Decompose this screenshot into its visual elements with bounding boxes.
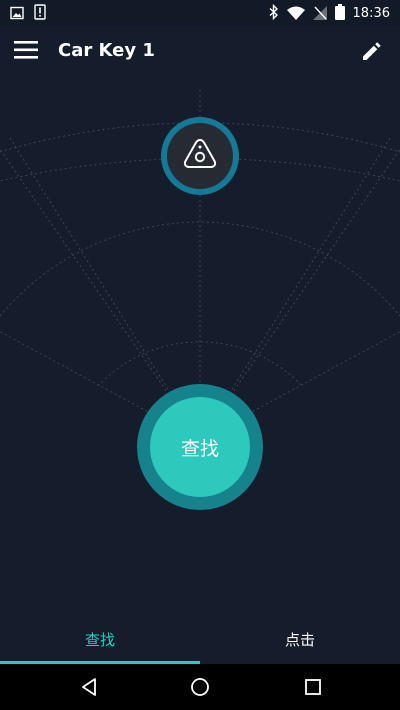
alert-notification-icon xyxy=(34,4,46,24)
status-bar: 18:36 xyxy=(0,0,400,26)
back-icon[interactable] xyxy=(78,676,100,698)
find-button-label: 查找 xyxy=(150,397,250,497)
key-tag-icon xyxy=(182,137,218,175)
home-icon[interactable] xyxy=(189,676,211,698)
wifi-icon xyxy=(286,5,305,24)
bluetooth-icon xyxy=(269,3,279,24)
tab-find[interactable]: 查找 xyxy=(0,616,200,662)
system-nav-bar xyxy=(0,664,400,710)
radar-arc-inner xyxy=(97,341,303,387)
notification-icons xyxy=(10,4,46,24)
image-notification-icon xyxy=(10,5,24,24)
page-title: Car Key 1 xyxy=(58,40,155,61)
hamburger-menu-icon[interactable] xyxy=(14,40,42,64)
app-bar: Car Key 1 xyxy=(0,26,400,78)
tab-bar: 查找 点击 xyxy=(0,616,400,664)
key-tag-inner xyxy=(167,123,233,189)
pencil-icon[interactable] xyxy=(360,39,386,65)
find-button[interactable]: 查找 xyxy=(137,384,263,510)
battery-icon xyxy=(334,4,345,24)
system-icons: 18:36 xyxy=(269,3,390,24)
recents-icon[interactable] xyxy=(302,676,324,698)
key-tag-device[interactable] xyxy=(161,117,239,195)
tab-click[interactable]: 点击 xyxy=(200,616,400,662)
no-sim-icon xyxy=(312,5,327,24)
clock: 18:36 xyxy=(352,6,390,21)
